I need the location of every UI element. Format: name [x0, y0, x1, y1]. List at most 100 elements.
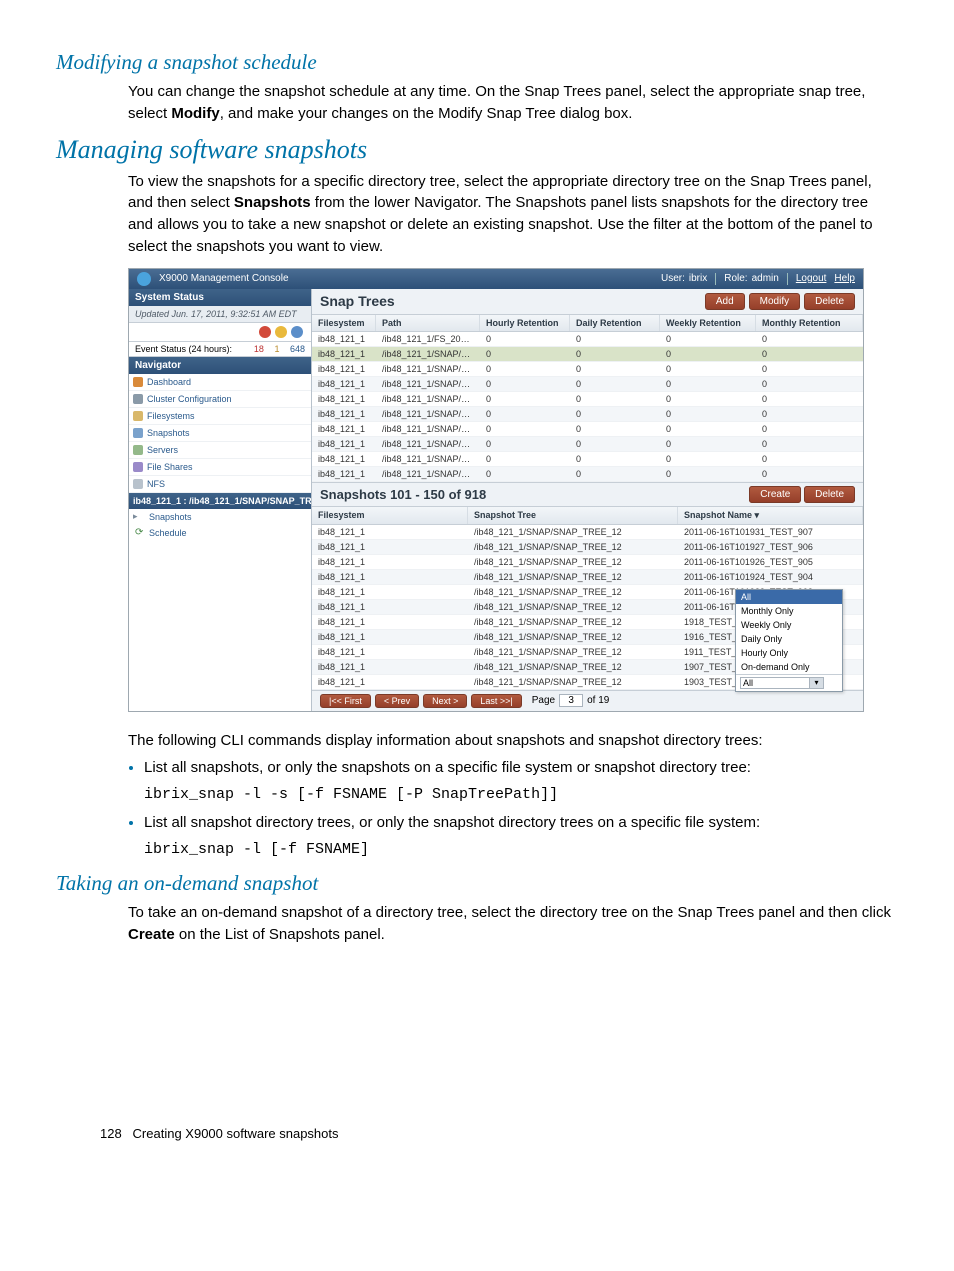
- filter-option-daily[interactable]: Daily Only: [736, 632, 842, 646]
- filter-option-ondemand[interactable]: On-demand Only: [736, 660, 842, 674]
- logout-link[interactable]: Logout: [796, 269, 827, 289]
- para-managing: To view the snapshots for a specific dir…: [128, 171, 894, 258]
- col-monthly[interactable]: Monthly Retention: [756, 315, 863, 331]
- event-status-label: Event Status (24 hours):: [135, 344, 232, 354]
- snapshot-row[interactable]: ib48_121_1/ib48_121_1/SNAP/SNAP_TREE_122…: [312, 525, 863, 540]
- col-weekly[interactable]: Weekly Retention: [660, 315, 756, 331]
- pager-page-input[interactable]: [559, 694, 583, 707]
- cell-snap-tree: /ib48_121_1/SNAP/SNAP_TREE_12: [468, 525, 678, 539]
- pager-last[interactable]: Last >>|: [471, 694, 521, 708]
- cell-hr: 0: [480, 407, 570, 421]
- delete-button[interactable]: Delete: [804, 293, 855, 310]
- heading-managing: Managing software snapshots: [56, 135, 894, 165]
- nav-servers[interactable]: Servers: [129, 442, 311, 459]
- cell-snap-fs: ib48_121_1: [312, 585, 468, 599]
- snapshot-row[interactable]: ib48_121_1/ib48_121_1/SNAP/SNAP_TREE_122…: [312, 570, 863, 585]
- col-filesystem[interactable]: Filesystem: [312, 315, 376, 331]
- cell-wr: 0: [660, 437, 756, 451]
- cell-wr: 0: [660, 467, 756, 481]
- create-button[interactable]: Create: [749, 486, 801, 503]
- filter-dropdown-toggle-icon[interactable]: ▾: [810, 677, 824, 689]
- snaptree-row[interactable]: ib48_121_1/ib48_121_1/SNAP/SNAP_...0000: [312, 392, 863, 407]
- list-item-tree-list: List all snapshot directory trees, or on…: [144, 812, 894, 861]
- info-icon: [291, 326, 303, 338]
- col-snap-tree[interactable]: Snapshot Tree: [468, 507, 678, 524]
- nav-nfs[interactable]: NFS: [129, 476, 311, 493]
- navigator-header: Navigator: [129, 357, 311, 374]
- snaptree-row[interactable]: ib48_121_1/ib48_121_1/SNAP/SNAP_...0000: [312, 377, 863, 392]
- cell-hr: 0: [480, 467, 570, 481]
- cell-fs: ib48_121_1: [312, 347, 376, 361]
- nav-dashboard[interactable]: Dashboard: [129, 374, 311, 391]
- modify-button[interactable]: Modify: [749, 293, 800, 310]
- filter-input[interactable]: [740, 677, 810, 689]
- filter-dropdown[interactable]: All Monthly Only Weekly Only Daily Only …: [735, 589, 843, 692]
- text: , and make your changes on the Modify Sn…: [220, 105, 633, 122]
- lower-nav-list: Snapshots Schedule: [129, 509, 311, 711]
- delete-snapshot-button[interactable]: Delete: [804, 486, 855, 503]
- filter-option-all[interactable]: All: [736, 590, 842, 604]
- cell-wr: 0: [660, 407, 756, 421]
- snaptree-row[interactable]: ib48_121_1/ib48_121_1/FS_204/regr...0000: [312, 332, 863, 347]
- cell-snap-name: 2011-06-16T101927_TEST_906: [678, 540, 863, 554]
- heading-modifying: Modifying a snapshot schedule: [56, 50, 894, 75]
- cell-mr: 0: [756, 452, 863, 466]
- pager-prev[interactable]: < Prev: [375, 694, 419, 708]
- nav-filesystems[interactable]: Filesystems: [129, 408, 311, 425]
- nav-snapshots[interactable]: Snapshots: [129, 425, 311, 442]
- snaptrees-title: Snap Trees: [320, 293, 395, 309]
- cell-path: /ib48_121_1/SNAP/SNAP_...: [376, 422, 480, 436]
- cell-path: /ib48_121_1/SNAP/SNAP_...: [376, 392, 480, 406]
- titlebar: X9000 Management Console User: ibrix Rol…: [129, 269, 863, 289]
- add-button[interactable]: Add: [705, 293, 745, 310]
- right-column: Snap Trees Add Modify Delete Filesystem …: [311, 289, 863, 711]
- pager-first[interactable]: |<< First: [320, 694, 371, 708]
- cell-snap-fs: ib48_121_1: [312, 540, 468, 554]
- snaptree-row[interactable]: ib48_121_1/ib48_121_1/SNAP/SNAP_...0000: [312, 347, 863, 362]
- help-link[interactable]: Help: [834, 269, 855, 289]
- system-status-header: System Status: [129, 289, 311, 306]
- snaptree-row[interactable]: ib48_121_1/ib48_121_1/SNAP/SNAP_...0000: [312, 437, 863, 452]
- snapshot-row[interactable]: ib48_121_1/ib48_121_1/SNAP/SNAP_TREE_122…: [312, 555, 863, 570]
- cell-path: /ib48_121_1/FS_204/regr...: [376, 332, 480, 346]
- cell-mr: 0: [756, 332, 863, 346]
- cell-snap-fs: ib48_121_1: [312, 675, 468, 689]
- nav-cluster-config[interactable]: Cluster Configuration: [129, 391, 311, 408]
- col-daily[interactable]: Daily Retention: [570, 315, 660, 331]
- snaptree-row[interactable]: ib48_121_1/ib48_121_1/SNAP/SNAP_...0000: [312, 467, 863, 482]
- col-snap-name[interactable]: Snapshot Name ▾: [678, 507, 863, 524]
- snaptree-row[interactable]: ib48_121_1/ib48_121_1/SNAP/SNAP_...0000: [312, 422, 863, 437]
- navigator-list: Dashboard Cluster Configuration Filesyst…: [129, 374, 311, 493]
- cell-snap-tree: /ib48_121_1/SNAP/SNAP_TREE_12: [468, 615, 678, 629]
- filter-option-monthly[interactable]: Monthly Only: [736, 604, 842, 618]
- filter-option-weekly[interactable]: Weekly Only: [736, 618, 842, 632]
- para-ondemand: To take an on-demand snapshot of a direc…: [128, 902, 894, 946]
- cell-dr: 0: [570, 392, 660, 406]
- filter-option-hourly[interactable]: Hourly Only: [736, 646, 842, 660]
- error-icon: [259, 326, 271, 338]
- cell-path: /ib48_121_1/SNAP/SNAP_...: [376, 407, 480, 421]
- snaptree-row[interactable]: ib48_121_1/ib48_121_1/SNAP/SNAP_...0000: [312, 362, 863, 377]
- snaptree-row[interactable]: ib48_121_1/ib48_121_1/SNAP/SNAP_...0000: [312, 407, 863, 422]
- pager-page-label: Page: [532, 695, 555, 706]
- pager-of: of 19: [587, 695, 609, 706]
- pager: |<< First < Prev Next > Last >>| Page of…: [312, 690, 863, 711]
- cell-snap-fs: ib48_121_1: [312, 570, 468, 584]
- snapshot-row[interactable]: ib48_121_1/ib48_121_1/SNAP/SNAP_TREE_122…: [312, 540, 863, 555]
- cell-wr: 0: [660, 422, 756, 436]
- cell-snap-name: 2011-06-16T101931_TEST_907: [678, 525, 863, 539]
- snaptree-row[interactable]: ib48_121_1/ib48_121_1/SNAP/SNAP_...0000: [312, 452, 863, 467]
- col-path[interactable]: Path: [376, 315, 480, 331]
- event-status-icons: [129, 323, 311, 342]
- nav-file-shares[interactable]: File Shares: [129, 459, 311, 476]
- lower-nav-schedule[interactable]: Schedule: [129, 525, 311, 541]
- lower-nav-snapshots[interactable]: Snapshots: [129, 509, 311, 525]
- col-hourly[interactable]: Hourly Retention: [480, 315, 570, 331]
- console-screenshot: X9000 Management Console User: ibrix Rol…: [128, 268, 864, 712]
- snaptrees-body: ib48_121_1/ib48_121_1/FS_204/regr...0000…: [312, 332, 863, 482]
- para-cli-intro: The following CLI commands display infor…: [128, 730, 894, 752]
- col-snap-filesystem[interactable]: Filesystem: [312, 507, 468, 524]
- cell-hr: 0: [480, 452, 570, 466]
- pager-next[interactable]: Next >: [423, 694, 467, 708]
- text: on the List of Snapshots panel.: [175, 926, 385, 943]
